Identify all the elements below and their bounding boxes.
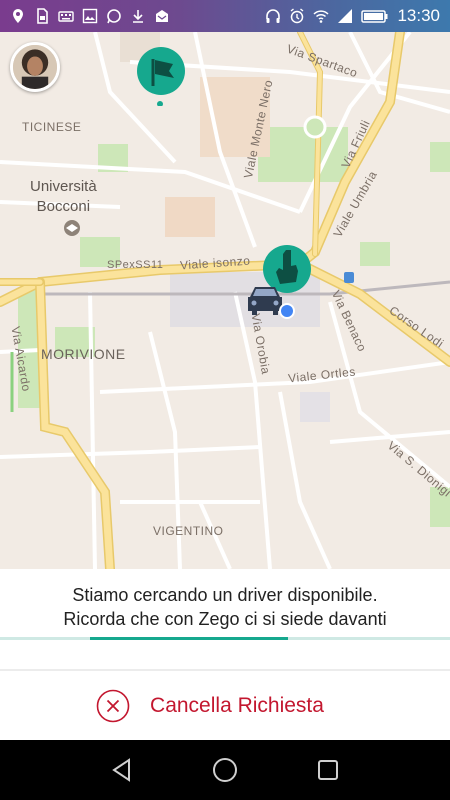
android-nav-bar bbox=[0, 740, 450, 800]
search-progress-bar bbox=[0, 637, 450, 640]
user-avatar[interactable] bbox=[10, 42, 60, 92]
cancel-request-label: Cancella Richiesta bbox=[150, 693, 324, 717]
back-icon bbox=[111, 758, 130, 782]
map-label-ticinese: TICINESE bbox=[22, 120, 82, 134]
map-label-universita-bocconi: Università Bocconi bbox=[30, 177, 97, 217]
search-status-line-2: Ricorda che con Zego ci si siede davanti bbox=[63, 609, 387, 629]
search-progress-fill bbox=[90, 637, 288, 640]
map-label-morivione: MORIVIONE bbox=[41, 346, 126, 362]
recents-icon bbox=[318, 760, 339, 780]
clock-time: 13:30 bbox=[397, 6, 440, 25]
user-location-dot bbox=[278, 302, 296, 325]
map-view[interactable]: Via Spartaco Viale Monte Nero Via Friuli… bbox=[0, 32, 450, 569]
cancel-request-button[interactable]: Cancella Richiesta bbox=[0, 671, 450, 740]
search-status-panel: Stiamo cercando un driver disponibile. R… bbox=[0, 569, 450, 669]
search-status-message: Stiamo cercando un driver disponibile. R… bbox=[0, 569, 450, 631]
back-button[interactable] bbox=[108, 756, 136, 784]
signal-icon bbox=[337, 8, 353, 24]
map-label-universita: Università bbox=[30, 178, 97, 195]
alarm-icon bbox=[289, 8, 305, 24]
image-icon bbox=[82, 8, 98, 24]
wifi-icon bbox=[313, 8, 329, 24]
battery-icon bbox=[361, 8, 389, 24]
map-label-spexss11: SPexSS11 bbox=[107, 259, 164, 271]
flag-marker[interactable] bbox=[136, 46, 186, 111]
download-icon bbox=[130, 8, 146, 24]
status-bar-system: 13:30 bbox=[265, 6, 440, 26]
map-label-bocconi: Bocconi bbox=[36, 198, 91, 215]
map-label-vigentino: VIGENTINO bbox=[153, 524, 224, 538]
home-icon bbox=[212, 758, 237, 782]
location-icon bbox=[10, 8, 26, 24]
whatsapp-icon bbox=[106, 8, 122, 24]
map-canvas bbox=[0, 32, 450, 569]
sim-icon bbox=[34, 8, 50, 24]
recents-button[interactable] bbox=[314, 756, 342, 784]
search-status-line-1: Stiamo cercando un driver disponibile. bbox=[72, 585, 378, 605]
home-button[interactable] bbox=[211, 756, 239, 784]
cancel-icon bbox=[96, 689, 130, 722]
status-bar: 13:30 bbox=[0, 0, 450, 32]
status-bar-notifications bbox=[10, 8, 170, 24]
keyboard-icon bbox=[58, 8, 74, 24]
headphones-icon bbox=[265, 8, 281, 24]
mail-icon bbox=[154, 8, 170, 24]
